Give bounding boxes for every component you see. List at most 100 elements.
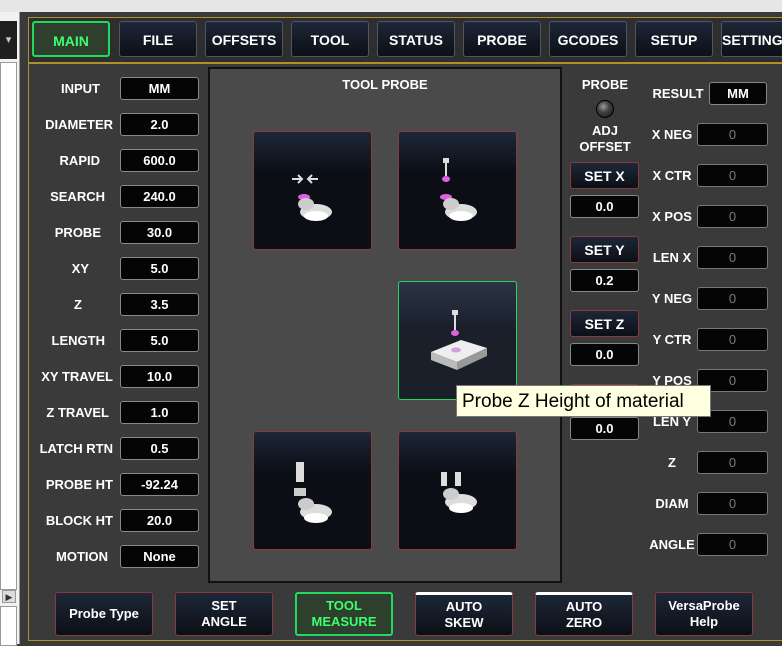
result-row-label: Y CTR	[652, 332, 692, 347]
tab-gcodes[interactable]: GCODES	[549, 21, 627, 57]
button-label: TOOL	[326, 598, 362, 613]
tab-offsets[interactable]: OFFSETS	[205, 21, 283, 57]
set-angle-button[interactable]: SET ANGLE	[175, 592, 273, 636]
button-label: AUTO	[565, 599, 603, 614]
probe-tool-diameter-button[interactable]	[398, 431, 517, 550]
probe-tool-length-button[interactable]	[253, 431, 372, 550]
result-row-label: X POS	[652, 209, 692, 224]
field-label: PROBE	[54, 225, 101, 240]
title-strip	[0, 0, 782, 12]
button-label: SET	[211, 598, 237, 613]
block-ht-field[interactable]: 20.0	[120, 509, 199, 532]
button-label: SKEW	[444, 615, 484, 630]
offset-label: OFFSET	[579, 139, 631, 154]
field-label: SEARCH	[50, 189, 105, 204]
probe-xy-icon	[292, 174, 332, 221]
result-unit-field[interactable]: MM	[709, 82, 767, 105]
set-x-button[interactable]: SET X	[570, 162, 639, 189]
probe-length-button[interactable]	[398, 131, 517, 250]
set-y-button[interactable]: SET Y	[570, 236, 639, 263]
button-label: Help	[689, 614, 719, 629]
set-y-value[interactable]: 0.2	[570, 269, 639, 292]
angle-value: 0	[697, 533, 768, 556]
probe-field[interactable]: 30.0	[120, 221, 199, 244]
result-row-label: X NEG	[651, 127, 693, 142]
tab-main[interactable]: MAIN	[32, 21, 110, 57]
side-list[interactable]	[0, 62, 17, 590]
button-label: AUTO	[445, 599, 483, 614]
length-field[interactable]: 5.0	[120, 329, 199, 352]
probe-ht-field[interactable]: -92.24	[120, 473, 199, 496]
tab-probe[interactable]: PROBE	[463, 21, 541, 57]
side-input[interactable]	[0, 606, 17, 646]
tooltip: Probe Z Height of material	[456, 385, 711, 417]
z-field[interactable]: 3.5	[120, 293, 199, 316]
tab-tool[interactable]: TOOL	[291, 21, 369, 57]
tab-status[interactable]: STATUS	[377, 21, 455, 57]
z-travel-field[interactable]: 1.0	[120, 401, 199, 424]
y-ctr-value: 0	[697, 328, 768, 351]
field-label: DIAMETER	[45, 117, 113, 132]
tab-settings[interactable]: SETTINGS	[721, 21, 782, 57]
result-row-label: Z	[668, 455, 676, 470]
rapid-field[interactable]: 600.0	[120, 149, 199, 172]
probe-tool-length-icon	[294, 462, 332, 523]
field-label: XY	[71, 261, 89, 276]
search-field[interactable]: 240.0	[120, 185, 199, 208]
field-label: PROBE HT	[45, 477, 113, 492]
set-x-value[interactable]: 0.0	[570, 195, 639, 218]
set-z-value[interactable]: 0.0	[570, 343, 639, 366]
x-neg-value: 0	[697, 123, 768, 146]
tab-setup[interactable]: SETUP	[635, 21, 713, 57]
field-label: LATCH RTN	[39, 441, 113, 456]
button-label: MEASURE	[311, 614, 377, 629]
button-label: Probe Type	[69, 606, 139, 621]
probe-length-icon	[440, 158, 477, 221]
button-label: ZERO	[565, 615, 603, 630]
set-z-button[interactable]: SET Z	[570, 310, 639, 337]
scroll-right-icon[interactable]: ▶	[2, 590, 16, 603]
y-neg-value: 0	[697, 287, 768, 310]
x-pos-value: 0	[697, 205, 768, 228]
chevron-down-icon[interactable]: ▾	[0, 21, 17, 59]
field-label: Z TRAVEL	[46, 405, 109, 420]
field-label: INPUT	[61, 81, 100, 96]
tab-bar: MAIN FILE OFFSETS TOOL STATUS PROBE GCOD…	[28, 17, 782, 63]
motion-field[interactable]: None	[120, 545, 199, 568]
field-label: LENGTH	[51, 333, 105, 348]
latch-rtn-field[interactable]: 0.5	[120, 437, 199, 460]
xy-travel-field[interactable]: 10.0	[120, 365, 199, 388]
field-label: XY TRAVEL	[41, 369, 113, 384]
set-diameter-value[interactable]: 0.0	[570, 417, 639, 440]
result-row-label: X CTR	[652, 168, 692, 183]
field-label: RAPID	[59, 153, 100, 168]
versaprobe-help-button[interactable]: VersaProbe Help	[655, 592, 753, 636]
auto-zero-button[interactable]: AUTO ZERO	[535, 592, 633, 636]
diam-value: 0	[697, 492, 768, 515]
button-label: ANGLE	[201, 614, 247, 629]
panel-title: TOOL PROBE	[342, 77, 428, 92]
result-row-label: LEN X	[652, 250, 692, 265]
len-x-value: 0	[697, 246, 768, 269]
probe-led-indicator	[596, 100, 614, 118]
input-units-field[interactable]: MM	[120, 77, 199, 100]
tool-measure-button[interactable]: TOOL MEASURE	[295, 592, 393, 636]
probe-type-button[interactable]: Probe Type	[55, 592, 153, 636]
adj-label: ADJ	[591, 123, 618, 138]
probe-tool-diameter-icon	[441, 472, 477, 513]
auto-skew-button[interactable]: AUTO SKEW	[415, 592, 513, 636]
xy-field[interactable]: 5.0	[120, 257, 199, 280]
result-row-label: ANGLE	[649, 537, 695, 552]
probe-xy-button[interactable]	[253, 131, 372, 250]
probe-z-height-icon	[431, 310, 487, 370]
field-label: MOTION	[56, 549, 108, 564]
diameter-field[interactable]: 2.0	[120, 113, 199, 136]
probe-z-height-button[interactable]	[398, 281, 517, 400]
result-label: RESULT	[652, 86, 704, 101]
field-label: Z	[74, 297, 82, 312]
z-result-value: 0	[697, 451, 768, 474]
tab-file[interactable]: FILE	[119, 21, 197, 57]
result-row-label: Y NEG	[651, 291, 693, 306]
field-label: BLOCK HT	[45, 513, 113, 528]
side-panel: ▾ ▶	[0, 12, 20, 646]
